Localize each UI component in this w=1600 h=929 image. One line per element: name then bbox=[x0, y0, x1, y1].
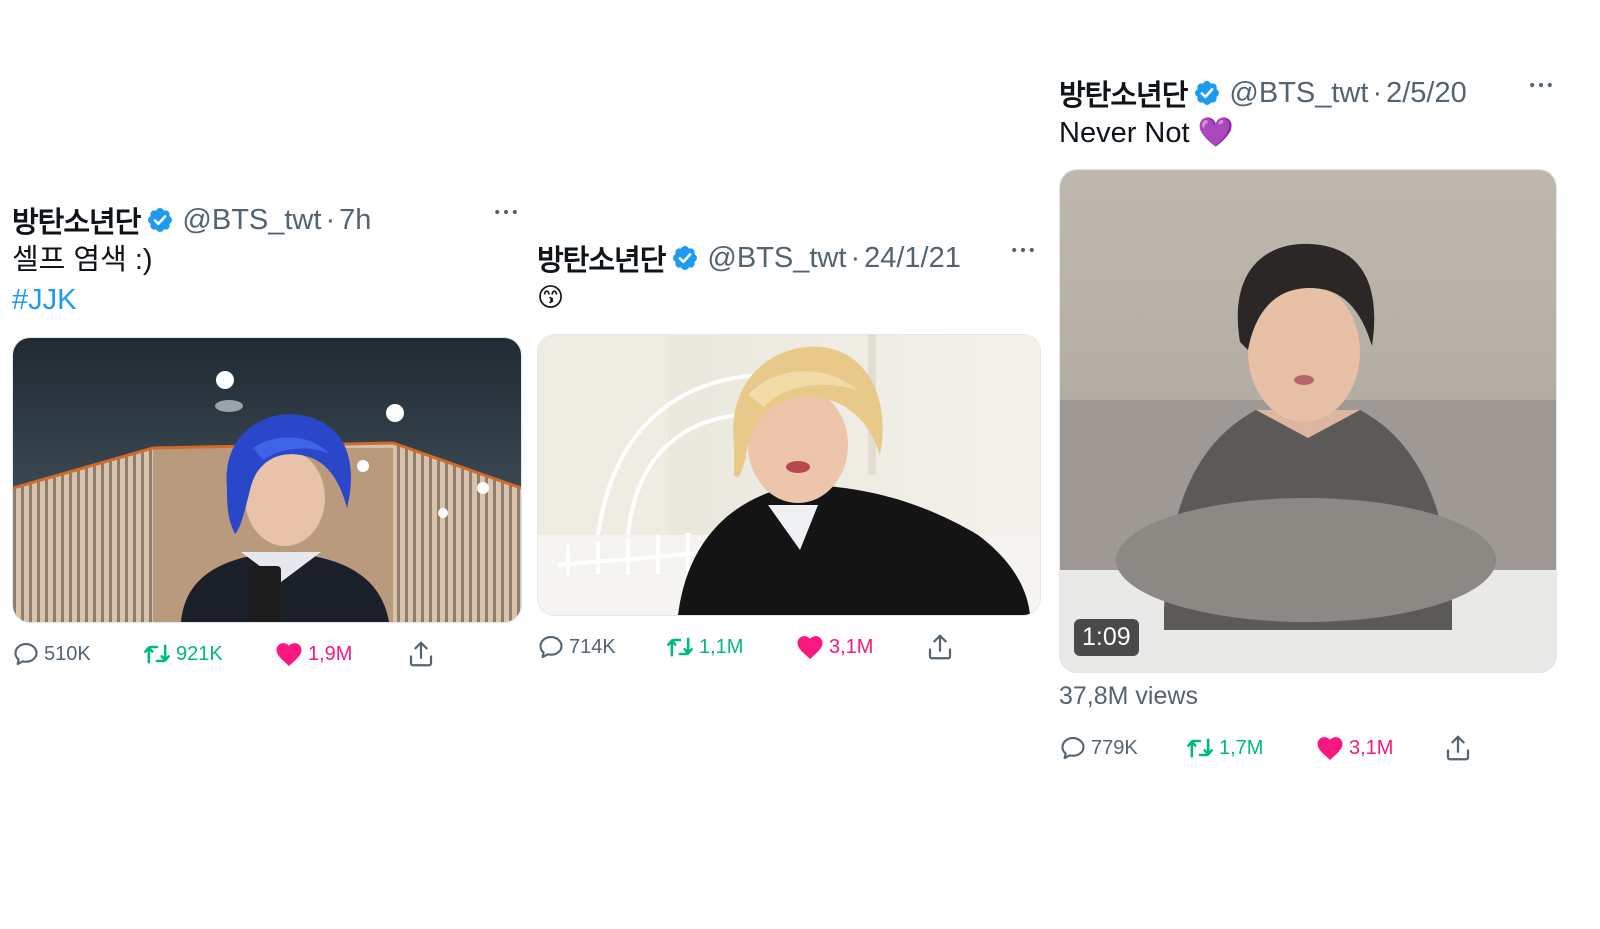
author-handle[interactable]: @BTS_twt bbox=[707, 242, 846, 275]
verified-badge-icon bbox=[671, 244, 699, 272]
heart-icon bbox=[795, 632, 825, 662]
retweet-icon bbox=[665, 633, 695, 661]
more-options-icon[interactable] bbox=[1529, 81, 1553, 89]
tweet-2[interactable]: 방탄소년단 @BTS_twt · 24/1/21 😙 bbox=[537, 238, 1045, 318]
verified-badge-icon bbox=[146, 206, 174, 234]
verified-badge-icon bbox=[1193, 79, 1221, 107]
tweet-1-photo[interactable] bbox=[12, 337, 522, 623]
separator: · bbox=[850, 241, 861, 274]
tweet-header: 방탄소년단 @BTS_twt · 24/1/21 bbox=[537, 238, 1045, 278]
video-views: 37,8M views bbox=[1059, 682, 1198, 710]
share-icon bbox=[1443, 733, 1473, 763]
reply-button[interactable]: 714K bbox=[537, 630, 616, 664]
separator: · bbox=[325, 203, 336, 236]
like-button[interactable]: 1,9M bbox=[274, 637, 352, 671]
tweet-date[interactable]: 7h bbox=[339, 204, 371, 237]
separator: · bbox=[1372, 76, 1383, 109]
heart-icon bbox=[1315, 733, 1345, 763]
video-duration: 1:09 bbox=[1074, 619, 1139, 656]
tweet-1[interactable]: 방탄소년단 @BTS_twt · 7h 셀프 염색 :) #JJK bbox=[12, 200, 522, 320]
tweet-3-video[interactable]: 1:09 bbox=[1059, 169, 1557, 673]
retweet-count: 1,7M bbox=[1219, 736, 1264, 759]
retweet-icon bbox=[142, 640, 172, 668]
like-count: 3,1M bbox=[1349, 736, 1394, 759]
tweet-text: Never Not 💜 bbox=[1059, 117, 1234, 149]
reply-button[interactable]: 510K bbox=[12, 637, 91, 671]
tweet-date[interactable]: 24/1/21 bbox=[864, 242, 961, 275]
reply-icon bbox=[12, 640, 40, 668]
like-count: 3,1M bbox=[829, 635, 874, 658]
reply-count: 714K bbox=[569, 635, 616, 658]
like-button[interactable]: 3,1M bbox=[795, 630, 873, 664]
more-options-icon[interactable] bbox=[1011, 246, 1035, 254]
tweet-text: 셀프 염색 :) bbox=[12, 244, 153, 276]
tweet-3-actions: 779K 1,7M 3,1M bbox=[1059, 731, 1559, 765]
author-handle[interactable]: @BTS_twt bbox=[1229, 77, 1368, 110]
retweet-button[interactable]: 921K bbox=[142, 637, 223, 671]
tweet-2-actions: 714K 1,1M 3,1M bbox=[537, 630, 1045, 664]
hashtag-link[interactable]: #JJK bbox=[12, 280, 522, 320]
tweet-header: 방탄소년단 @BTS_twt · 7h bbox=[12, 200, 522, 240]
share-icon bbox=[406, 639, 436, 669]
tweet-3[interactable]: 방탄소년단 @BTS_twt · 2/5/20 Never Not 💜 bbox=[1059, 73, 1559, 153]
reply-icon bbox=[1059, 734, 1087, 762]
retweet-count: 921K bbox=[176, 642, 223, 665]
heart-icon bbox=[274, 639, 304, 669]
retweet-count: 1,1M bbox=[699, 635, 744, 658]
share-button[interactable] bbox=[925, 630, 959, 664]
author-name[interactable]: 방탄소년단 bbox=[1059, 72, 1188, 114]
more-options-icon[interactable] bbox=[494, 208, 518, 216]
author-handle[interactable]: @BTS_twt bbox=[182, 204, 321, 237]
like-count: 1,9M bbox=[308, 642, 353, 665]
tweet-header: 방탄소년단 @BTS_twt · 2/5/20 bbox=[1059, 73, 1559, 113]
retweet-button[interactable]: 1,1M bbox=[665, 630, 743, 664]
share-button[interactable] bbox=[1443, 731, 1477, 765]
like-button[interactable]: 3,1M bbox=[1315, 731, 1393, 765]
reply-icon bbox=[537, 633, 565, 661]
author-name[interactable]: 방탄소년단 bbox=[537, 237, 666, 279]
retweet-button[interactable]: 1,7M bbox=[1185, 731, 1263, 765]
author-name[interactable]: 방탄소년단 bbox=[12, 199, 141, 241]
reply-button[interactable]: 779K bbox=[1059, 731, 1138, 765]
share-button[interactable] bbox=[406, 637, 440, 671]
reply-count: 510K bbox=[44, 642, 91, 665]
retweet-icon bbox=[1185, 734, 1215, 762]
tweet-1-actions: 510K 921K 1,9M bbox=[12, 637, 522, 671]
tweet-2-photo[interactable] bbox=[537, 334, 1041, 616]
reply-count: 779K bbox=[1091, 736, 1138, 759]
share-icon bbox=[925, 632, 955, 662]
tweet-text: 😙 bbox=[537, 283, 565, 313]
tweet-date[interactable]: 2/5/20 bbox=[1386, 77, 1467, 110]
